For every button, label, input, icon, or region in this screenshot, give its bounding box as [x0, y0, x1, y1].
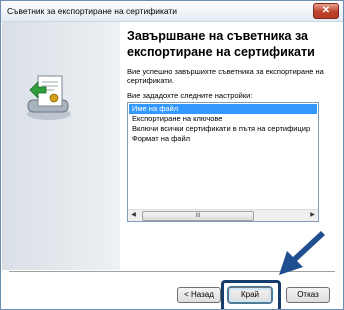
list-item[interactable]: Име на файл — [129, 104, 317, 114]
scroll-right-icon[interactable]: ▶ — [307, 210, 318, 221]
settings-label: Вие зададохте следните настройки: — [127, 91, 253, 100]
page-title: Завършване на съветника за експортиране … — [127, 29, 315, 59]
list-item[interactable]: Формат на файл — [128, 134, 318, 144]
title-bar: Съветник за експортиране на сертификати … — [1, 1, 343, 22]
horizontal-scrollbar[interactable]: ◀ III ▶ — [128, 209, 318, 221]
back-button[interactable]: < Назад — [177, 287, 221, 303]
completion-message: Вие успешно завършихте съветника за експ… — [127, 67, 324, 85]
wizard-window: Съветник за експортиране на сертификати … — [0, 0, 344, 310]
certificate-export-icon — [27, 75, 71, 120]
list-item[interactable]: Експортиране на ключове — [128, 114, 318, 124]
settings-listbox[interactable]: Име на файл Експортиране на ключове Вклю… — [127, 102, 319, 222]
finish-highlight-box — [221, 280, 281, 309]
close-icon: ✕ — [321, 5, 331, 16]
window-title: Съветник за експортиране на сертификати — [7, 6, 178, 16]
scroll-left-icon[interactable]: ◀ — [128, 210, 139, 221]
wizard-side-panel — [2, 22, 120, 270]
cancel-button[interactable]: Отказ — [286, 287, 330, 303]
pointer-arrow-icon — [279, 231, 325, 275]
list-item[interactable]: Включи всички сертификати в пътя на серт… — [128, 124, 318, 134]
close-button[interactable]: ✕ — [313, 3, 339, 19]
scroll-thumb[interactable]: III — [142, 211, 254, 221]
